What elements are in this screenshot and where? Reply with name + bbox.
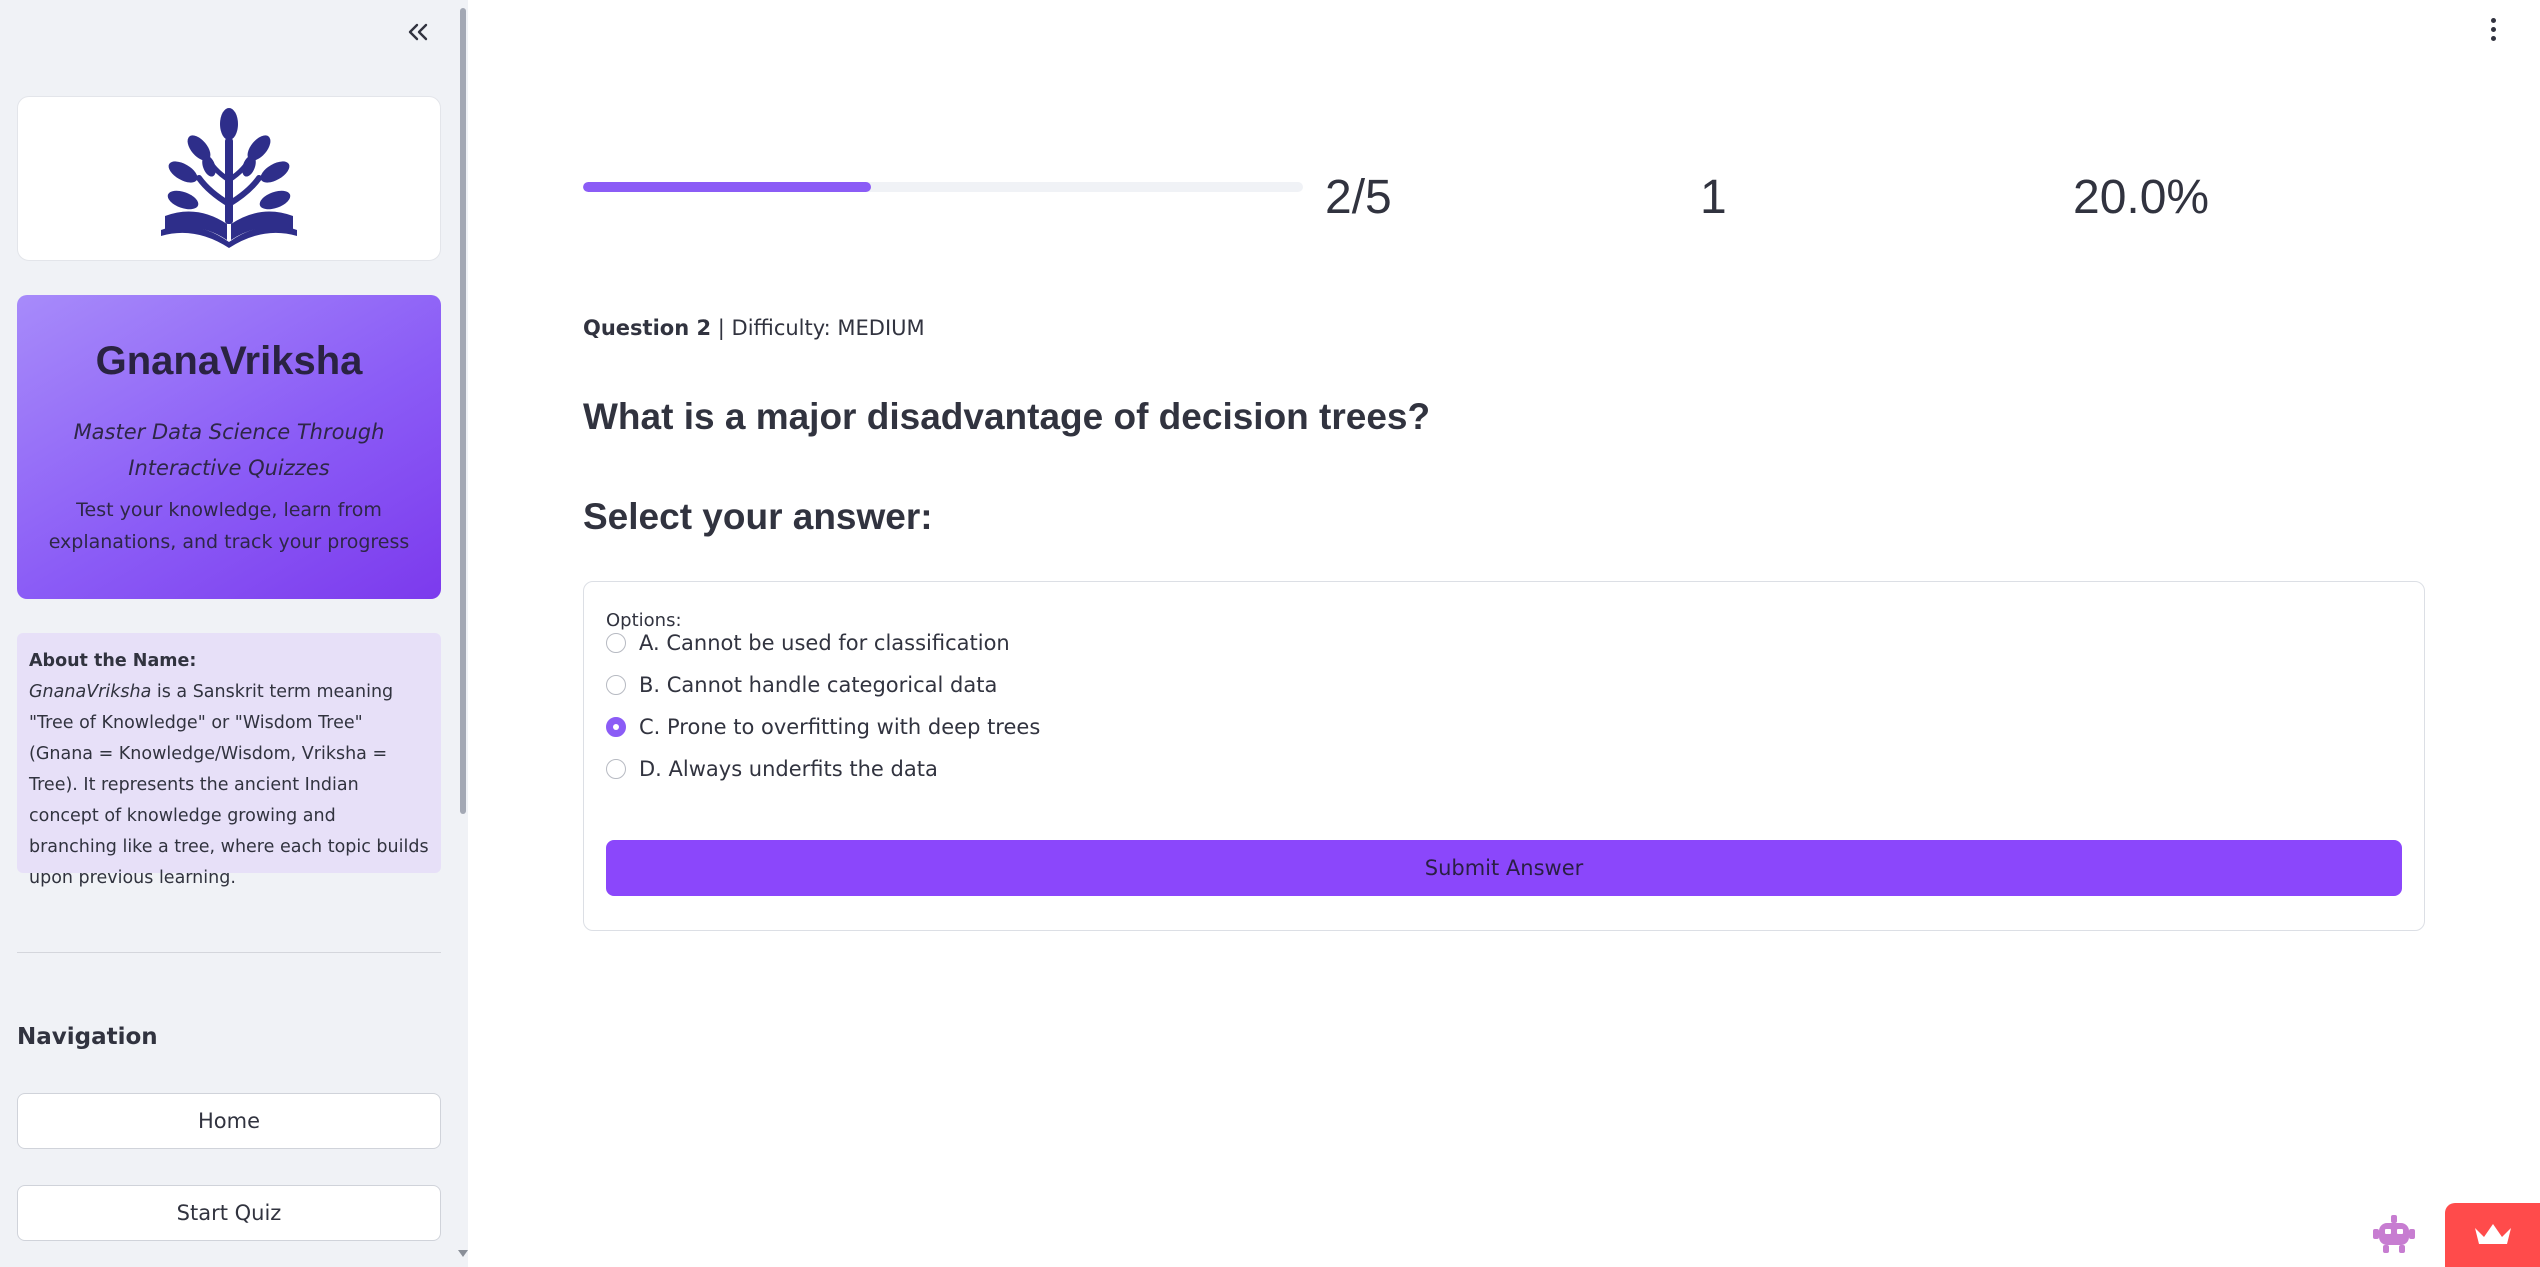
nav-start-quiz-button[interactable]: Start Quiz (17, 1185, 441, 1241)
brand-card: GnanaVriksha Master Data Science Through… (17, 295, 441, 599)
about-body: is a Sanskrit term meaning "Tree of Know… (29, 682, 429, 888)
option-label: A. Cannot be used for classification (639, 631, 1010, 655)
logo-card (17, 96, 441, 261)
question-progress-metric: 2/5 (1325, 171, 1392, 224)
radio-button[interactable] (606, 759, 626, 779)
radio-button-selected[interactable] (606, 717, 626, 737)
question-difficulty: | Difficulty: MEDIUM (711, 316, 925, 340)
double-chevron-left-icon (408, 23, 428, 41)
collapse-sidebar-button[interactable] (398, 12, 438, 52)
robot-icon[interactable] (2370, 1210, 2418, 1258)
question-number: Question 2 (583, 316, 712, 340)
accuracy-metric: 20.0% (2073, 171, 2210, 224)
quiz-progress-fill (583, 182, 871, 192)
radio-button[interactable] (606, 633, 626, 653)
select-answer-heading: Select your answer: (583, 496, 933, 537)
hosted-badge[interactable] (2445, 1203, 2540, 1267)
option-a[interactable]: A. Cannot be used for classification (606, 628, 1010, 658)
brand-tagline: Master Data Science Through Interactive … (73, 420, 385, 480)
sidebar: GnanaVriksha Master Data Science Through… (0, 0, 468, 1267)
vertical-dots-icon (2490, 17, 2496, 23)
option-label: D. Always underfits the data (639, 757, 938, 781)
score-metric: 1 (1700, 171, 1727, 224)
submit-answer-button[interactable]: Submit Answer (606, 840, 2402, 896)
question-meta: Question 2 | Difficulty: MEDIUM (583, 316, 925, 340)
sidebar-divider (17, 952, 441, 953)
crown-icon (2474, 1224, 2511, 1244)
brand-title: GnanaVriksha (95, 339, 363, 383)
option-d[interactable]: D. Always underfits the data (606, 754, 938, 784)
option-b[interactable]: B. Cannot handle categorical data (606, 670, 997, 700)
answer-form: Options: A. Cannot be used for classific… (583, 581, 2425, 931)
tree-book-logo-icon (161, 107, 297, 248)
option-label: B. Cannot handle categorical data (639, 673, 998, 697)
quiz-progress-bar (583, 182, 1303, 192)
about-name-term: GnanaVriksha (29, 682, 152, 702)
radio-button[interactable] (606, 675, 626, 695)
option-c[interactable]: C. Prone to overfitting with deep trees (606, 712, 1040, 742)
sidebar-scrollbar-thumb[interactable] (460, 8, 466, 814)
navigation-title: Navigation (17, 1024, 158, 1050)
about-heading: About the Name: (29, 651, 197, 671)
option-label: C. Prone to overfitting with deep trees (639, 715, 1041, 739)
question-text: What is a major disadvantage of decision… (583, 396, 1431, 437)
nav-home-button[interactable]: Home (17, 1093, 441, 1149)
scroll-down-arrow-icon[interactable] (458, 1250, 468, 1257)
about-name-card: About the Name: GnanaVriksha is a Sanskr… (17, 633, 441, 888)
brand-subtitle: Test your knowledge, learn from explanat… (48, 499, 410, 553)
main-menu-button[interactable] (2478, 14, 2508, 44)
